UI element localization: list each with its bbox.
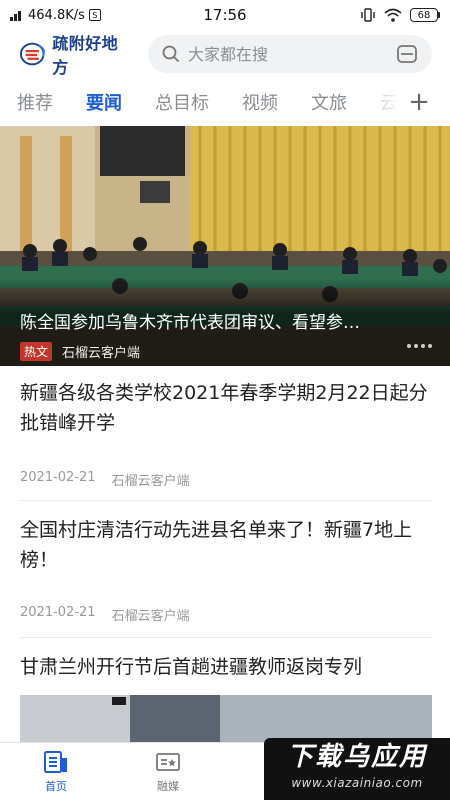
tab-culture-travel[interactable]: 文旅 xyxy=(311,89,347,115)
nav-home[interactable]: 首页 xyxy=(0,743,112,800)
list-item[interactable]: 全国村庄清洁行动先进县名单来了！新疆7地上榜！ 2021-02-21 石榴云客户… xyxy=(20,515,432,624)
article-meta: 2021-02-21 石榴云客户端 xyxy=(20,605,432,624)
tab-overall-goal[interactable]: 总目标 xyxy=(155,89,209,115)
watermark: 下载乌应用 www.xiazainiao.com xyxy=(264,738,450,800)
status-bar: 464.8K/s S 17:56 68 xyxy=(0,0,450,30)
hero-meta: 热文 石榴云客户端 xyxy=(20,342,140,361)
app-header: 疏附好地方 xyxy=(0,30,450,78)
article-title: 甘肃兰州开行节后首趟进疆教师返岗专列 xyxy=(20,656,363,678)
list-item[interactable]: 新疆各级各类学校2021年春季学期2月22日起分批错峰开学 2021-02-21… xyxy=(20,378,432,489)
article-title: 新疆各级各类学校2021年春季学期2月22日起分批错峰开学 xyxy=(20,382,428,434)
tab-headlines[interactable]: 要闻 xyxy=(86,89,122,115)
add-channel-icon[interactable]: + xyxy=(404,84,434,120)
hot-badge: 热文 xyxy=(20,342,53,361)
home-news-icon xyxy=(44,750,67,773)
article-source: 石榴云客户端 xyxy=(111,474,190,489)
media-icon xyxy=(156,752,180,771)
search-input[interactable] xyxy=(188,44,388,64)
search-bar[interactable] xyxy=(148,35,432,73)
nav-media-label: 融媒 xyxy=(157,779,179,793)
app-logo[interactable]: 疏附好地方 xyxy=(20,30,130,78)
scan-icon[interactable] xyxy=(396,44,418,64)
divider xyxy=(20,500,432,501)
divider xyxy=(20,637,432,638)
nav-home-label: 首页 xyxy=(45,779,67,793)
hero-banner[interactable]: 陈全国参加乌鲁木齐市代表团审议、看望参… 热文 石榴云客户端 xyxy=(0,126,450,366)
tab-cloud[interactable]: 云 xyxy=(380,89,398,115)
notification-icon: S xyxy=(88,9,101,21)
article-date: 2021-02-21 xyxy=(20,470,96,485)
article-source: 石榴云客户端 xyxy=(111,609,190,624)
watermark-line2: www.xiazainiao.com xyxy=(291,776,423,790)
list-item[interactable]: 甘肃兰州开行节后首趟进疆教师返岗专列 xyxy=(20,652,432,682)
hero-caption: 陈全国参加乌鲁木齐市代表团审议、看望参… 热文 石榴云客户端 xyxy=(0,278,450,366)
logo-icon xyxy=(20,42,45,66)
hero-source: 石榴云客户端 xyxy=(62,346,141,361)
signal-icon xyxy=(10,11,21,21)
article-meta: 2021-02-21 石榴云客户端 xyxy=(20,470,432,489)
watermark-line1: 下载乌应用 xyxy=(286,742,427,772)
vibrate-icon xyxy=(361,8,375,22)
battery-icon: 68 xyxy=(410,8,440,22)
nav-media[interactable]: 融媒 xyxy=(112,743,224,800)
article-date: 2021-02-21 xyxy=(20,605,96,620)
search-icon xyxy=(162,45,180,63)
network-speed: 464.8K/s xyxy=(28,7,85,23)
carousel-indicator xyxy=(407,344,432,348)
tab-recommend[interactable]: 推荐 xyxy=(17,89,53,115)
logo-text: 疏附好地方 xyxy=(52,34,119,77)
wifi-icon xyxy=(384,8,402,22)
channel-tabs: 推荐 要闻 总目标 视频 文旅 云 + xyxy=(0,82,450,122)
hero-title: 陈全国参加乌鲁木齐市代表团审议、看望参… xyxy=(20,313,360,333)
tab-video[interactable]: 视频 xyxy=(242,89,278,115)
article-title: 全国村庄清洁行动先进县名单来了！新疆7地上榜！ xyxy=(20,519,413,571)
